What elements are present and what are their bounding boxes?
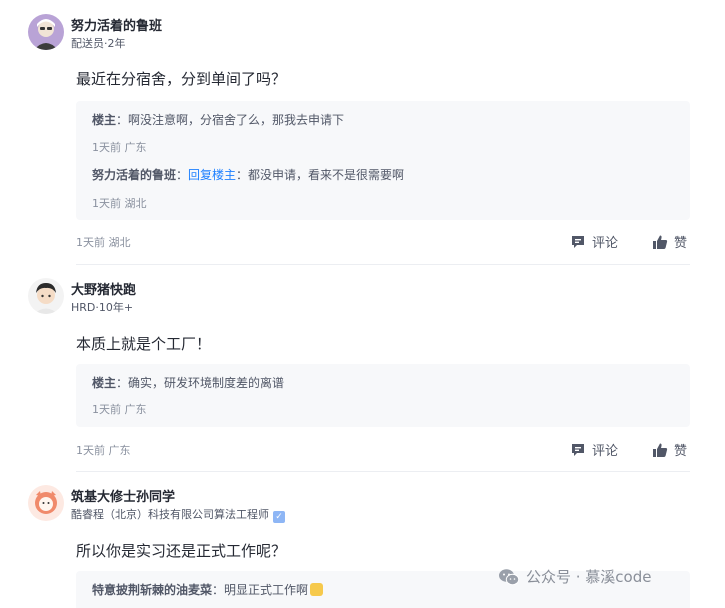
author-meta: 酷睿程（北京）科技有限公司算法工程师 ✓ bbox=[71, 506, 285, 523]
like-button[interactable]: 赞 bbox=[652, 440, 687, 459]
comment-body: 最近在分宿舍，分到单间了吗？ bbox=[76, 70, 287, 88]
reply-item: 楼主：啊没注意啊，分宿舍了么，那我去申请下 bbox=[92, 111, 344, 128]
comment-1: 努力活着的鲁班 配送员·2年 最近在分宿舍，分到单间了吗？ 楼主：啊没注意啊，分… bbox=[28, 14, 690, 254]
reply-author[interactable]: 特意披荆斩棘的油麦菜 bbox=[92, 583, 212, 597]
reply-author[interactable]: 楼主 bbox=[92, 376, 116, 390]
watermark-text: 公众号 · 慕溪code bbox=[526, 568, 652, 586]
wechat-icon bbox=[499, 568, 520, 585]
comment-body: 所以你是实习还是正式工作呢？ bbox=[76, 542, 287, 560]
avatar[interactable] bbox=[28, 485, 64, 521]
avatar[interactable] bbox=[28, 14, 64, 50]
like-label: 赞 bbox=[674, 236, 688, 251]
reply-author[interactable]: 楼主 bbox=[92, 113, 116, 127]
reply-text: ：都没申请，看来不是很需要啊 bbox=[236, 168, 405, 182]
reply-item: 努力活着的鲁班：回复楼主：都没申请，看来不是很需要啊 bbox=[92, 166, 404, 183]
reply-item: 楼主：确实，研发环境制度差的离谱 bbox=[92, 374, 284, 391]
reply-meta: 1天前 湖北 bbox=[92, 197, 147, 210]
verified-badge-icon: ✓ bbox=[273, 511, 285, 523]
like-label: 赞 bbox=[674, 444, 688, 459]
like-button[interactable]: 赞 bbox=[652, 232, 687, 251]
author-name[interactable]: 努力活着的鲁班 bbox=[71, 15, 162, 34]
watermark: 公众号 · 慕溪code bbox=[498, 566, 651, 587]
author-meta: HRD·10年+ bbox=[71, 301, 134, 314]
divider bbox=[76, 471, 690, 472]
comment-label: 评论 bbox=[592, 444, 619, 459]
reply-meta: 1天前 广东 bbox=[92, 403, 147, 416]
avatar[interactable] bbox=[28, 278, 64, 314]
comment-button[interactable]: 评论 bbox=[570, 440, 618, 459]
reply-text: ：确实，研发环境制度差的离谱 bbox=[116, 376, 285, 390]
comment-footer: 1天前 湖北 评论 赞 bbox=[76, 232, 690, 251]
author-meta: 配送员·2年 bbox=[71, 37, 126, 50]
reply-colon: ： bbox=[176, 168, 189, 182]
author-name[interactable]: 筑基大修士孙同学 bbox=[71, 486, 175, 505]
grin-emoji-icon bbox=[310, 583, 324, 596]
author-name[interactable]: 大野猪快跑 bbox=[71, 279, 136, 298]
comment-meta: 1天前 广东 bbox=[76, 444, 131, 457]
reply-text: ：明显正式工作啊 bbox=[212, 583, 309, 597]
comment-icon bbox=[572, 235, 584, 248]
comment-meta: 1天前 湖北 bbox=[76, 236, 131, 249]
reply-list: 楼主：确实，研发环境制度差的离谱 1天前 广东 bbox=[76, 364, 690, 427]
comment-footer: 1天前 广东 评论 赞 bbox=[76, 440, 690, 459]
divider bbox=[76, 264, 690, 265]
comment-label: 评论 bbox=[592, 236, 619, 251]
reply-to-link[interactable]: 回复楼主 bbox=[188, 168, 236, 182]
thumbs-up-icon bbox=[653, 235, 668, 249]
reply-author[interactable]: 努力活着的鲁班 bbox=[92, 168, 176, 182]
comment-2: 大野猪快跑 HRD·10年+ 本质上就是个工厂！ 楼主：确实，研发环境制度差的离… bbox=[28, 278, 690, 468]
reply-item: 特意披荆斩棘的油麦菜：明显正式工作啊 bbox=[92, 581, 324, 598]
author-meta-text: 酷睿程（北京）科技有限公司算法工程师 bbox=[71, 508, 269, 521]
reply-meta: 1天前 广东 bbox=[92, 141, 147, 154]
comment-button[interactable]: 评论 bbox=[570, 232, 618, 251]
reply-list: 楼主：啊没注意啊，分宿舍了么，那我去申请下 1天前 广东 努力活着的鲁班：回复楼… bbox=[76, 101, 690, 220]
comment-icon bbox=[572, 443, 584, 456]
thumbs-up-icon bbox=[653, 443, 668, 457]
comment-3: 筑基大修士孙同学 酷睿程（北京）科技有限公司算法工程师 ✓ 所以你是实习还是正式工… bbox=[28, 485, 690, 608]
reply-text: ：啊没注意啊，分宿舍了么，那我去申请下 bbox=[116, 113, 345, 127]
comment-body: 本质上就是个工厂！ bbox=[76, 335, 212, 353]
